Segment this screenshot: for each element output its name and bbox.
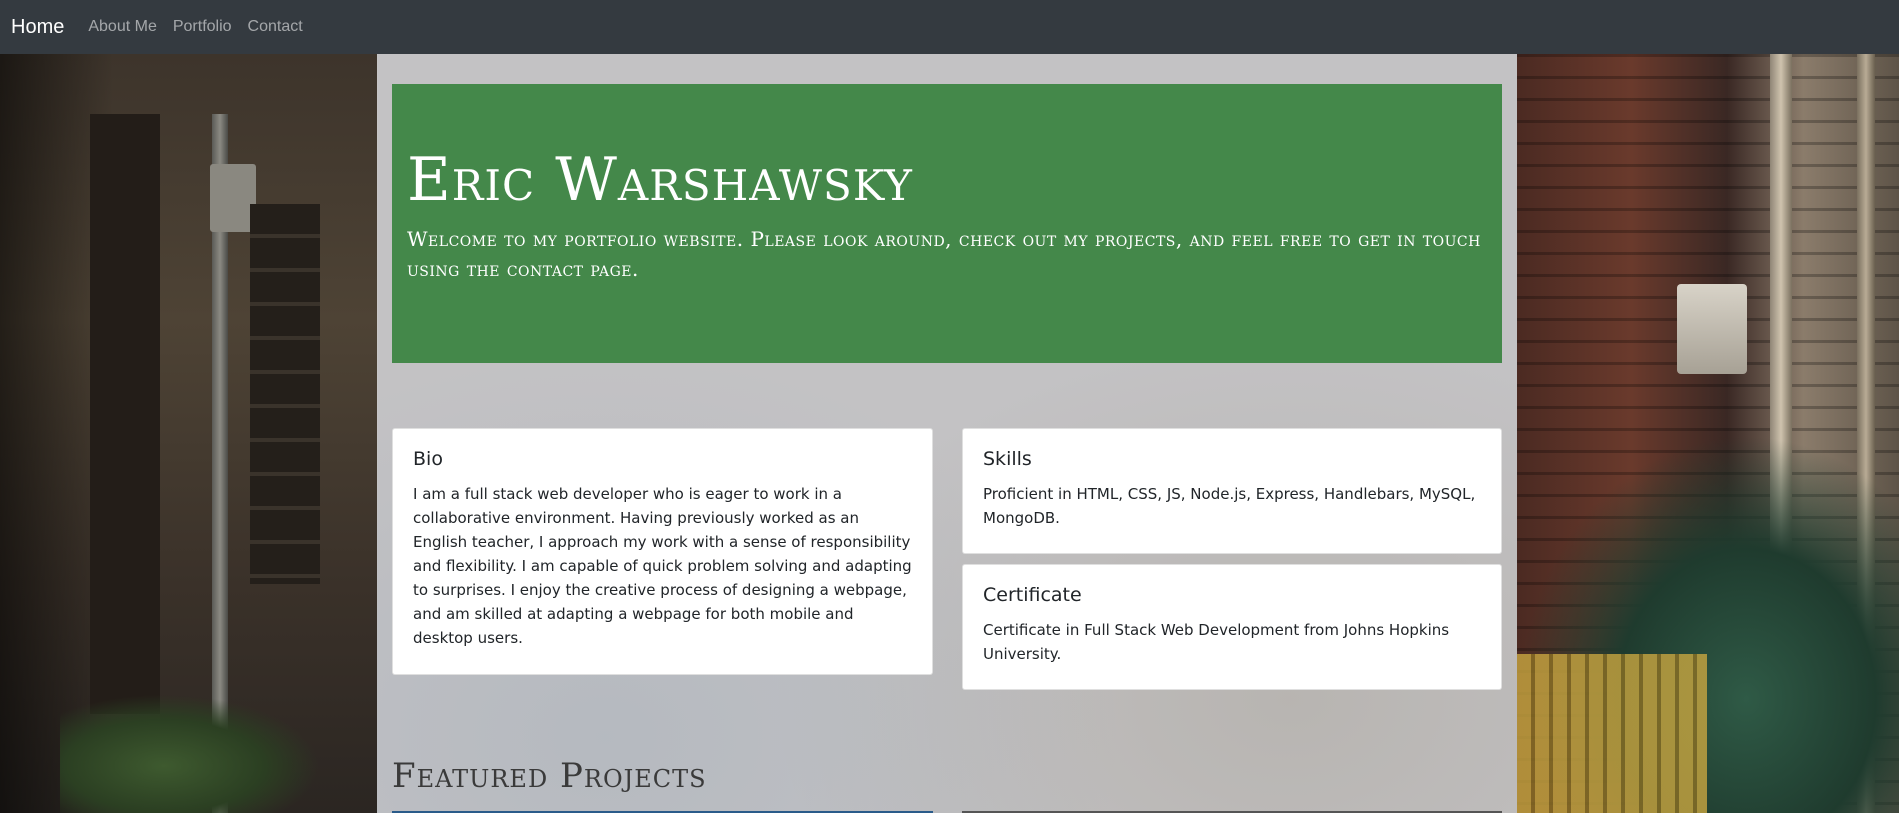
certificate-card-title: Certificate — [983, 584, 1082, 606]
background-right-wall — [1517, 54, 1899, 813]
certificate-card-text: Certificate in Full Stack Web Developmen… — [983, 621, 1450, 663]
skills-card: Skills Proficient in HTML, CSS, JS, Node… — [962, 428, 1502, 554]
nav-contact-link[interactable]: Contact — [248, 18, 303, 36]
featured-projects-heading: Featured Projects — [392, 756, 707, 796]
background-window — [250, 204, 320, 584]
background-gas-meter — [1677, 284, 1747, 374]
nav-about-link[interactable]: About Me — [88, 18, 156, 36]
bio-card: Bio I am a full stack web developer who … — [392, 428, 933, 675]
background-crate — [1517, 654, 1707, 813]
bio-card-text: I am a full stack web developer who is e… — [413, 485, 912, 647]
skills-card-text: Proficient in HTML, CSS, JS, Node.js, Ex… — [983, 485, 1476, 527]
main-container: Eric Warshawsky Welcome to my portfolio … — [377, 54, 1517, 813]
certificate-card: Certificate Certificate in Full Stack We… — [962, 564, 1502, 690]
bio-card-title: Bio — [413, 448, 443, 470]
background-door — [90, 114, 160, 714]
background-plant — [60, 694, 320, 813]
navbar: Home About Me Portfolio Contact — [0, 0, 1899, 54]
hero-jumbotron: Eric Warshawsky Welcome to my portfolio … — [392, 84, 1502, 363]
nav-portfolio-link[interactable]: Portfolio — [173, 18, 232, 36]
hero-lead: Welcome to my portfolio website. Please … — [407, 227, 1481, 281]
nav-home-link[interactable]: Home — [11, 16, 64, 39]
background-left-alley — [0, 54, 378, 813]
hero-title: Eric Warshawsky — [407, 145, 913, 215]
skills-card-title: Skills — [983, 448, 1032, 470]
